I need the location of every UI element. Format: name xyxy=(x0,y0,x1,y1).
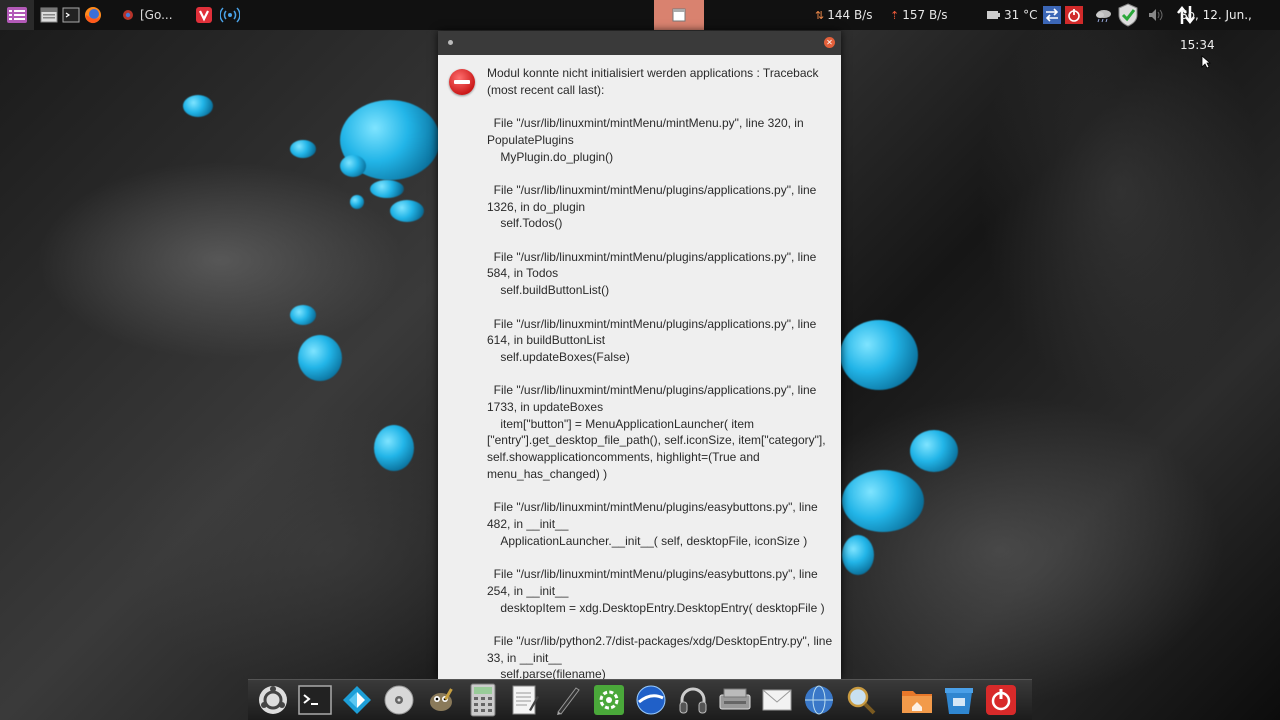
top-panel: [Go... ⇅ 144 B/s ⇡ 157 B/s 31 °C So, 12.… xyxy=(0,0,1280,52)
dock xyxy=(248,679,1032,720)
dock-item-text-editor[interactable] xyxy=(504,681,546,719)
temperature-label: 31 °C xyxy=(1004,8,1038,22)
gimp-icon xyxy=(430,688,453,711)
weather-icon[interactable] xyxy=(1093,6,1113,24)
file-manager-icon xyxy=(40,7,58,23)
up-arrow-icon: ⇡ xyxy=(890,8,900,22)
dock-item-disc-burner[interactable] xyxy=(378,681,420,719)
shutdown-icon xyxy=(986,685,1016,715)
trash-icon xyxy=(945,688,973,714)
taskbar-window-chrome[interactable]: [Go... xyxy=(114,0,181,30)
settings-icon xyxy=(594,685,624,715)
pen-icon xyxy=(557,687,580,715)
network-broadcast-icon xyxy=(219,7,240,23)
menu-button[interactable] xyxy=(0,0,34,30)
clock[interactable]: So, 12. Jun., 15:34 xyxy=(1180,0,1280,52)
net-download-speed: ⇅ 144 B/s xyxy=(815,8,873,22)
shield-icon[interactable] xyxy=(1117,3,1139,27)
terminal-icon xyxy=(62,7,80,23)
window-menu-icon[interactable] xyxy=(448,40,453,45)
dock-item-scanner[interactable] xyxy=(714,681,756,719)
dock-item-google-earth[interactable] xyxy=(630,681,672,719)
mouse-pointer-icon xyxy=(1201,55,1211,69)
dock-item-kodi[interactable] xyxy=(336,681,378,719)
dock-item-calculator[interactable] xyxy=(462,681,504,719)
dock-item-trash[interactable] xyxy=(938,681,980,719)
net-speed-icon: ⇅ xyxy=(815,8,825,22)
ubuntu-icon xyxy=(259,686,287,714)
search-icon xyxy=(847,686,876,715)
home-folder-icon xyxy=(902,691,932,713)
menu-icon xyxy=(7,7,27,23)
firefox-launcher[interactable] xyxy=(82,0,104,30)
firefox-icon xyxy=(85,7,101,24)
dock-item-search[interactable] xyxy=(840,681,882,719)
headphones-icon xyxy=(679,687,707,714)
system-tray: 31 °C xyxy=(986,0,1197,30)
file-manager-launcher[interactable] xyxy=(38,0,60,30)
scanner-icon xyxy=(719,688,751,710)
net-upload-speed: ⇡ 157 B/s xyxy=(890,8,948,22)
disc-burner-icon xyxy=(384,685,414,715)
dock-item-terminal[interactable] xyxy=(294,681,336,719)
error-icon xyxy=(449,69,475,95)
dock-item-pen[interactable] xyxy=(546,681,588,719)
taskbar-window-label: [Go... xyxy=(140,8,173,22)
text-editor-icon xyxy=(512,685,539,715)
power-icon[interactable] xyxy=(1065,6,1084,24)
swap-icon[interactable] xyxy=(1043,6,1062,24)
dock-item-mail[interactable] xyxy=(756,681,798,719)
dialog-titlebar[interactable]: ✕ xyxy=(438,31,841,55)
network-globe-icon xyxy=(805,685,833,715)
terminal-launcher[interactable] xyxy=(60,0,82,30)
dock-item-ubuntu[interactable] xyxy=(252,681,294,719)
dock-item-headphones[interactable] xyxy=(672,681,714,719)
volume-icon[interactable] xyxy=(1147,7,1165,23)
dock-item-settings[interactable] xyxy=(588,681,630,719)
close-icon: ✕ xyxy=(826,38,833,47)
dock-item-shutdown[interactable] xyxy=(980,681,1022,719)
close-button[interactable]: ✕ xyxy=(824,37,835,48)
error-dialog: ✕ Modul konnte nicht initialisiert werde… xyxy=(438,31,841,679)
terminal-icon xyxy=(298,685,332,715)
vivaldi-launcher[interactable] xyxy=(193,0,215,30)
calculator-icon xyxy=(470,683,496,717)
dock-item-home-folder[interactable] xyxy=(896,681,938,719)
google-earth-icon xyxy=(636,685,666,715)
dock-item-network[interactable] xyxy=(798,681,840,719)
network-broadcast-applet[interactable] xyxy=(219,0,241,30)
active-window-task[interactable] xyxy=(654,0,704,30)
battery-icon[interactable] xyxy=(986,9,1000,21)
dock-item-gimp[interactable] xyxy=(420,681,462,719)
vivaldi-icon xyxy=(195,7,212,23)
kodi-icon xyxy=(343,686,371,714)
chrome-icon xyxy=(123,10,133,20)
mail-icon xyxy=(762,689,792,711)
window-icon xyxy=(672,8,686,22)
error-message: Modul konnte nicht initialisiert werden … xyxy=(487,66,833,679)
